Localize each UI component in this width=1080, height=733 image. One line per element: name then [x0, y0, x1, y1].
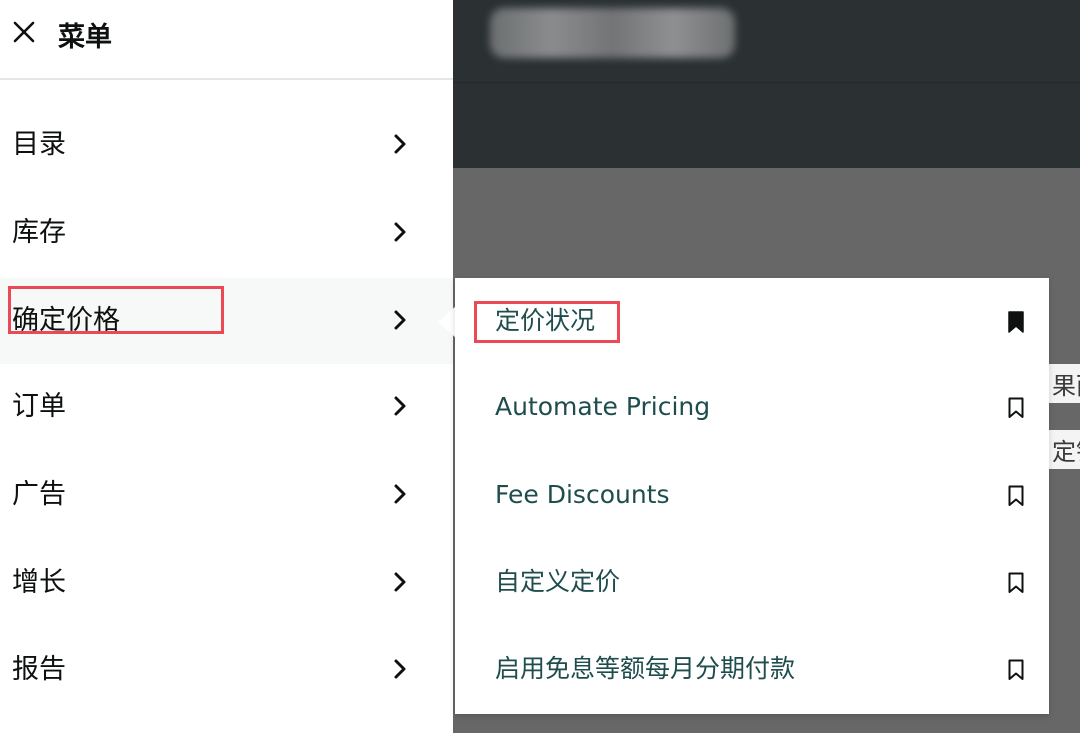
blurred-store-name — [490, 8, 735, 58]
submenu-item-fee-discounts[interactable]: Fee Discounts — [455, 452, 1049, 538]
submenu-item-label: 启用免息等额每月分期付款 — [495, 654, 796, 683]
background-divider — [453, 82, 1080, 83]
menu-item-orders[interactable]: 订单 — [0, 364, 453, 450]
close-icon[interactable] — [10, 18, 38, 46]
submenu-item-custom-pricing[interactable]: 自定义定价 — [455, 539, 1049, 625]
menu-item-label: 增长 — [12, 567, 66, 598]
menu-item-catalog[interactable]: 目录 — [0, 102, 453, 188]
submenu-item-label: 定价状况 — [495, 306, 596, 335]
menu-item-label: 广告 — [12, 479, 66, 510]
submenu-item-label: Fee Discounts — [495, 480, 670, 509]
submenu-item-automate-pricing[interactable]: Automate Pricing — [455, 364, 1049, 450]
menu-item-label: 订单 — [12, 391, 66, 422]
chevron-right-icon — [394, 310, 406, 330]
background-text-fragment: 果而 — [1048, 364, 1080, 403]
bookmark-outline-icon[interactable] — [1007, 397, 1025, 419]
menu-item-inventory[interactable]: 库存 — [0, 190, 453, 276]
chevron-right-icon — [394, 572, 406, 592]
menu-item-label: 报告 — [12, 654, 66, 685]
bookmark-filled-icon[interactable] — [1007, 311, 1025, 333]
menu-item-label: 库存 — [12, 217, 66, 248]
submenu-item-label: Automate Pricing — [495, 392, 711, 421]
bookmark-outline-icon[interactable] — [1007, 485, 1025, 507]
menu-item-label: 确定价格 — [12, 305, 120, 336]
drawer-title: 菜单 — [58, 22, 112, 53]
bookmark-outline-icon[interactable] — [1007, 659, 1025, 681]
background-text-fragment: 定锗 — [1048, 430, 1080, 469]
chevron-right-icon — [394, 484, 406, 504]
menu-item-label: 目录 — [12, 129, 66, 160]
pricing-submenu: 定价状况 Automate Pricing Fee Discounts 自定义定… — [455, 278, 1049, 714]
chevron-right-icon — [394, 134, 406, 154]
navigation-drawer: 菜单 目录 库存 确定价格 订单 广告 增长 报告 — [0, 0, 453, 733]
submenu-item-label: 自定义定价 — [495, 567, 621, 596]
submenu-item-installments[interactable]: 启用免息等额每月分期付款 — [455, 626, 1049, 712]
drawer-header: 菜单 — [0, 0, 453, 80]
chevron-right-icon — [394, 659, 406, 679]
flyout-pointer — [438, 306, 456, 338]
menu-item-advertising[interactable]: 广告 — [0, 452, 453, 538]
menu-item-growth[interactable]: 增长 — [0, 540, 453, 626]
bookmark-outline-icon[interactable] — [1007, 572, 1025, 594]
menu-item-reports[interactable]: 报告 — [0, 627, 453, 713]
app-screen: 果而 定锗 菜单 目录 库存 确定价格 订单 广告 — [0, 0, 1080, 733]
chevron-right-icon — [394, 396, 406, 416]
chevron-right-icon — [394, 222, 406, 242]
submenu-item-pricing-health[interactable]: 定价状况 — [455, 278, 1049, 364]
menu-item-pricing[interactable]: 确定价格 — [0, 278, 453, 364]
